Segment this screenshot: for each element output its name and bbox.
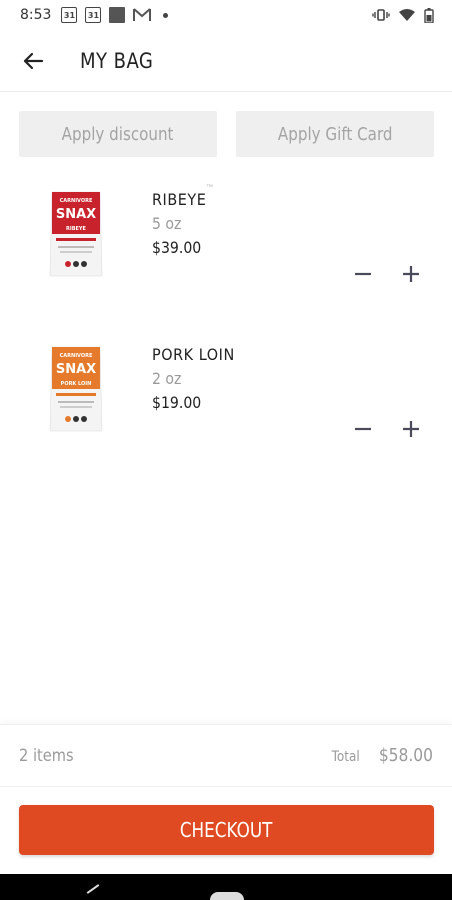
pack-brand: SNAX: [56, 207, 96, 222]
items-count: 2 items: [19, 745, 74, 766]
checkout-footer: 2 items Total $58.00 CHECKOUT: [0, 724, 452, 874]
apply-discount-button[interactable]: Apply discount: [19, 111, 217, 157]
product-image: CARNIVORE SNAX RIBEYE: [49, 191, 103, 277]
status-time: 8:53: [20, 7, 52, 23]
total-value: $58.00: [378, 745, 433, 766]
order-summary: 2 items Total $58.00: [0, 725, 452, 787]
pack-flavor: RIBEYE: [66, 226, 87, 232]
checkout-button[interactable]: CHECKOUT: [19, 805, 434, 855]
calendar-icon: 31: [61, 7, 78, 23]
cart-item: CARNIVORE SNAX PORK LOIN PORK LOIN 2 oz …: [0, 343, 452, 453]
increase-quantity-button[interactable]: [398, 416, 424, 442]
item-price: $19.00: [152, 393, 202, 412]
minus-icon: [355, 272, 371, 276]
plus-icon: [403, 266, 419, 282]
product-image: CARNIVORE SNAX PORK LOIN: [49, 346, 103, 432]
minus-icon: [355, 427, 371, 431]
page-title: MY BAG: [80, 48, 154, 73]
system-nav-bar: [0, 874, 452, 900]
item-price: $39.00: [152, 238, 202, 257]
increase-quantity-button[interactable]: [398, 261, 424, 287]
quantity-controls: [350, 261, 424, 287]
item-size: 5 oz: [152, 214, 182, 233]
tm-mark: ™: [206, 184, 213, 191]
gmail-icon: [133, 8, 152, 21]
pack-brand-top: CARNIVORE: [60, 353, 93, 359]
item-info: RIBEYE ™ 5 oz $39.00: [152, 184, 213, 260]
status-bar: 8:53 31 31: [0, 0, 452, 30]
back-button[interactable]: [18, 46, 48, 76]
total: Total $58.00: [327, 745, 433, 766]
apply-discount-label: Apply discount: [62, 123, 174, 145]
vibrate-icon: [372, 9, 390, 21]
item-name: PORK LOIN: [152, 345, 235, 364]
calendar-icon: 31: [85, 7, 102, 23]
quantity-controls: [350, 416, 424, 442]
decrease-quantity-button[interactable]: [350, 416, 376, 442]
status-notification-icons: 31 31: [61, 7, 169, 23]
pack-brand-top: CARNIVORE: [60, 198, 93, 204]
battery-icon: [424, 7, 434, 23]
item-name: RIBEYE: [152, 190, 207, 209]
wifi-icon: [399, 9, 415, 21]
total-label: Total: [331, 749, 361, 765]
cart-item: CARNIVORE SNAX RIBEYE RIBEYE ™ 5 oz $39.…: [0, 184, 452, 298]
item-size: 2 oz: [152, 369, 182, 388]
decrease-quantity-button[interactable]: [350, 261, 376, 287]
app-header: MY BAG: [0, 30, 452, 92]
nav-home-icon[interactable]: [210, 892, 244, 900]
photo-icon: [109, 7, 126, 23]
plus-icon: [403, 421, 419, 437]
bag-actions: Apply discount Apply Gift Card: [19, 111, 434, 157]
pack-brand: SNAX: [56, 362, 96, 377]
apply-gift-card-label: Apply Gift Card: [277, 123, 393, 145]
checkout-label: CHECKOUT: [180, 818, 273, 842]
nav-back-icon[interactable]: [86, 884, 100, 894]
apply-gift-card-button[interactable]: Apply Gift Card: [236, 111, 434, 157]
notification-dot-icon: [163, 12, 169, 18]
status-system-icons: [372, 7, 434, 23]
item-info: PORK LOIN 2 oz $19.00: [152, 343, 244, 415]
arrow-left-icon: [23, 52, 44, 69]
pack-flavor: PORK LOIN: [61, 381, 92, 387]
